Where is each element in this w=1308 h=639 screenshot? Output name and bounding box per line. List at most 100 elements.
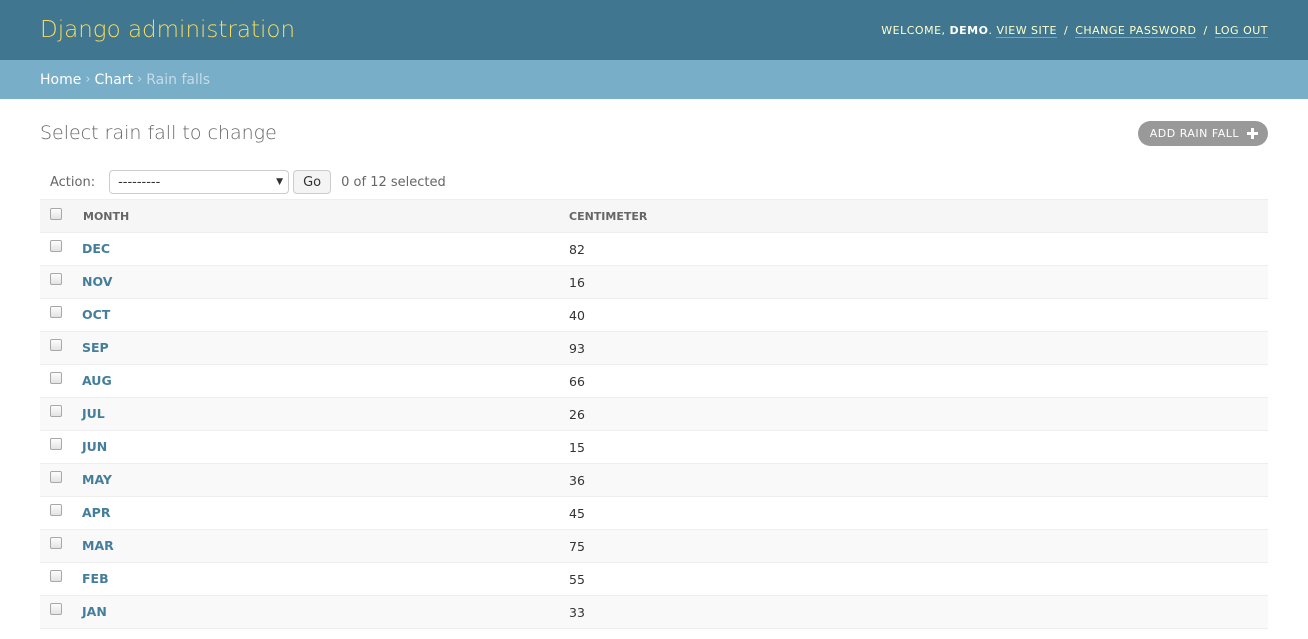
row-checkbox-cell [40,265,81,299]
month-link[interactable]: JUL [82,406,105,421]
row-checkbox-cell [40,496,81,530]
month-cell: MAY [81,463,568,497]
month-link[interactable]: OCT [82,307,110,322]
month-link[interactable]: NOV [82,274,112,289]
table-row: FEB 55 [40,562,1268,596]
row-checkbox-cell [40,463,81,497]
table-row: JAN 33 [40,595,1268,629]
centimeter-cell: 16 [568,265,1268,299]
select-all-checkbox[interactable] [50,207,62,220]
main-content: Select rain fall to change Add rain fall… [0,99,1308,629]
breadcrumb-separator: › [85,72,91,87]
row-checkbox[interactable] [50,438,62,450]
centimeter-cell: 40 [568,298,1268,332]
row-checkbox[interactable] [50,273,62,285]
row-checkbox[interactable] [50,306,62,318]
breadcrumb-separator: › [137,72,143,87]
table-row: NOV 16 [40,265,1268,299]
site-branding[interactable]: Django administration [40,17,295,43]
separator: / [1203,23,1208,37]
month-cell: JAN [81,595,568,629]
row-checkbox[interactable] [50,240,62,252]
plus-icon [1247,127,1258,139]
table-row: DEC 82 [40,232,1268,266]
breadcrumb-home[interactable]: Home [40,72,81,88]
table-row: AUG 66 [40,364,1268,398]
user-name: demo [949,23,989,37]
month-link[interactable]: JAN [82,604,107,619]
centimeter-cell: 26 [568,397,1268,431]
table-row: MAR 75 [40,529,1268,563]
month-link[interactable]: AUG [82,373,112,388]
centimeter-cell: 45 [568,496,1268,530]
row-checkbox[interactable] [50,405,62,417]
row-checkbox-cell [40,562,81,596]
month-cell: JUL [81,397,568,431]
column-header-month[interactable]: Month [81,199,568,233]
month-cell: AUG [81,364,568,398]
result-list-table: Month Centimeter DEC 82 NOV 16 OCT 40 SEP 93 AUG… [40,199,1268,629]
row-checkbox[interactable] [50,537,62,549]
breadcrumb-current: Rain falls [146,71,211,88]
row-checkbox-cell [40,298,81,332]
row-checkbox[interactable] [50,339,62,351]
month-cell: DEC [81,232,568,266]
centimeter-cell: 82 [568,232,1268,266]
table-row: JUL 26 [40,397,1268,431]
centimeter-cell: 93 [568,331,1268,365]
row-checkbox[interactable] [50,372,62,384]
month-link[interactable]: MAR [82,538,114,553]
title-row: Select rain fall to change Add rain fall [40,120,1268,146]
welcome-text: Welcome, [881,23,946,37]
month-cell: APR [81,496,568,530]
centimeter-cell: 66 [568,364,1268,398]
centimeter-cell: 55 [568,562,1268,596]
select-all-cell [40,199,81,233]
centimeter-cell: 75 [568,529,1268,563]
row-checkbox-cell [40,331,81,365]
month-cell: SEP [81,331,568,365]
month-link[interactable]: MAY [82,472,112,487]
row-checkbox[interactable] [50,603,62,615]
row-checkbox[interactable] [50,504,62,516]
row-checkbox-cell [40,232,81,266]
row-checkbox[interactable] [50,570,62,582]
go-button[interactable]: Go [293,170,332,194]
month-cell: JUN [81,430,568,464]
row-checkbox-cell [40,364,81,398]
page-title: Select rain fall to change [40,122,277,144]
table-row: JUN 15 [40,430,1268,464]
change-password-link[interactable]: Change password [1075,23,1197,38]
add-rain-fall-button[interactable]: Add rain fall [1137,120,1268,146]
centimeter-cell: 36 [568,463,1268,497]
row-checkbox-cell [40,397,81,431]
month-link[interactable]: FEB [82,571,109,586]
table-header-row: Month Centimeter [40,199,1268,233]
site-header: Django administration Welcome, demo. Vie… [0,0,1308,60]
table-row: SEP 93 [40,331,1268,365]
month-cell: MAR [81,529,568,563]
add-button-label: Add rain fall [1149,126,1239,140]
month-link[interactable]: SEP [82,340,109,355]
separator: / [1063,23,1069,37]
action-select-value: --------- [118,174,161,190]
table-row: APR 45 [40,496,1268,530]
column-header-centimeter[interactable]: Centimeter [568,199,1268,233]
action-label: Action: [50,174,96,190]
row-checkbox[interactable] [50,471,62,483]
selection-count: 0 of 12 selected [341,174,446,190]
row-checkbox-cell [40,595,81,629]
month-cell: OCT [81,298,568,332]
month-link[interactable]: DEC [82,241,110,256]
log-out-link[interactable]: Log out [1214,23,1268,38]
actions-bar: Action: --------- ▼ Go 0 of 12 selected [40,165,1268,199]
table-row: MAY 36 [40,463,1268,497]
caret-down-icon: ▼ [276,177,284,187]
month-link[interactable]: JUN [82,439,107,454]
month-cell: FEB [81,562,568,596]
action-select[interactable]: --------- ▼ [109,170,290,194]
month-link[interactable]: APR [82,505,110,520]
welcome-period: . [988,23,993,37]
view-site-link[interactable]: View site [996,23,1057,38]
breadcrumb-app[interactable]: Chart [95,72,133,88]
